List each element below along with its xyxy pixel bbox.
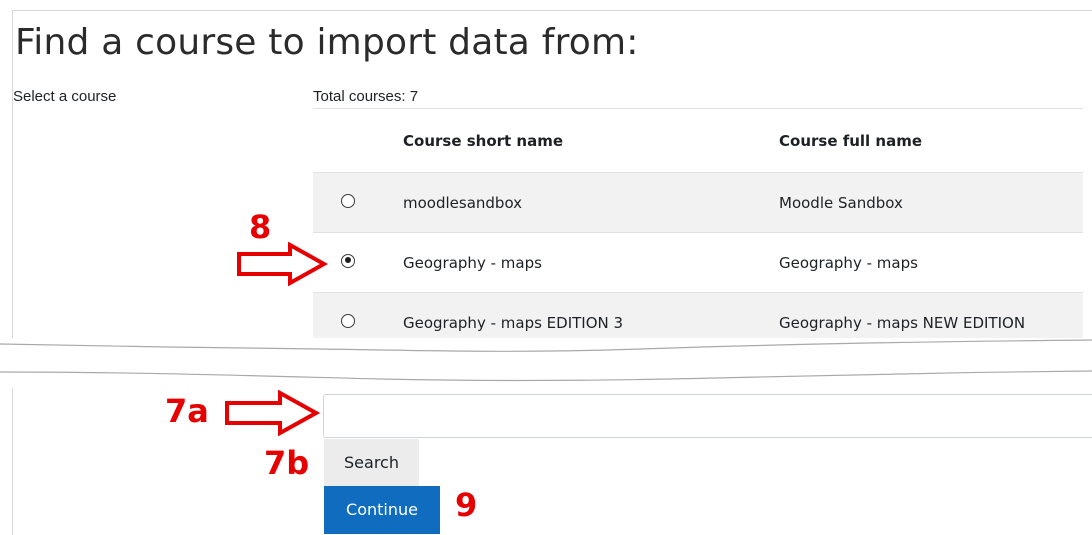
course-radio-button[interactable]: [341, 313, 355, 328]
header-full-name: Course full name: [779, 131, 923, 150]
course-short-name: moodlesandbox: [403, 193, 523, 212]
table-header-row: Course short name Course full name: [313, 108, 1083, 173]
annotation-step-8: 8: [249, 208, 272, 246]
tear-divider: [0, 339, 1092, 382]
course-table: Course short name Course full name moodl…: [313, 108, 1083, 353]
total-courses-label: Total courses: 7: [313, 88, 419, 105]
annotation-step-9: 9: [455, 486, 478, 524]
course-full-name: Geography - maps: [779, 253, 918, 272]
annotation-arrow-right-icon: [225, 390, 320, 436]
course-radio-button[interactable]: [341, 193, 355, 208]
course-short-name: Geography - maps: [403, 253, 542, 272]
page-title: Find a course to import data from:: [15, 22, 639, 63]
annotation-step-7a: 7a: [165, 392, 209, 430]
table-row[interactable]: moodlesandbox Moodle Sandbox: [313, 172, 1083, 233]
continue-button[interactable]: Continue: [324, 486, 440, 534]
annotation-step-7b: 7b: [264, 444, 310, 482]
course-radio-button[interactable]: [341, 253, 355, 268]
annotation-arrow-right-icon: [237, 242, 328, 286]
header-select: [313, 109, 391, 173]
row-select-cell: [313, 173, 391, 233]
select-course-label: Select a course: [13, 88, 117, 105]
table-row[interactable]: Geography - maps Geography - maps: [313, 232, 1083, 293]
search-button[interactable]: Search: [324, 439, 419, 486]
course-full-name: Moodle Sandbox: [779, 193, 903, 212]
course-search-input[interactable]: [323, 394, 1092, 438]
header-short-name: Course short name: [403, 131, 564, 150]
